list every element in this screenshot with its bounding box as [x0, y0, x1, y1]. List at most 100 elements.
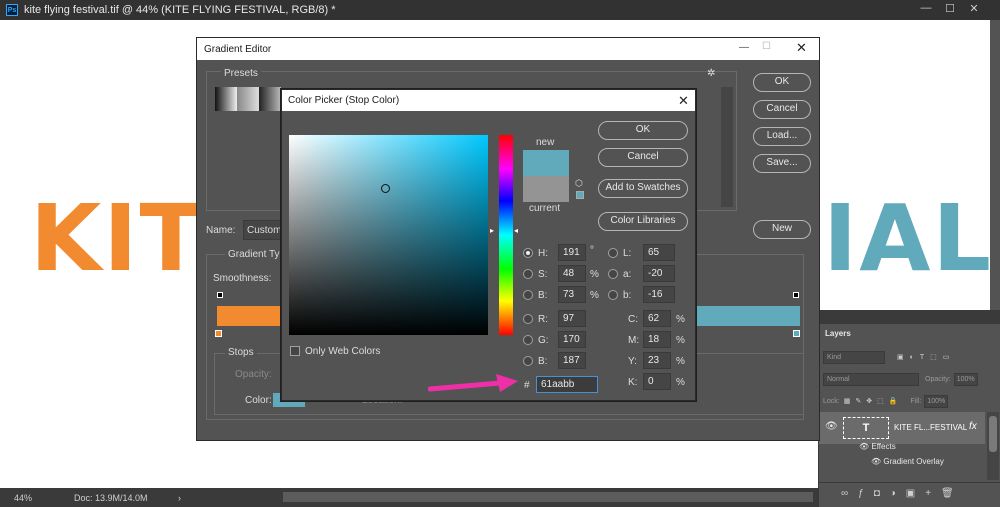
stops-label: Stops	[225, 347, 257, 358]
blue-input[interactable]: 187	[558, 352, 586, 369]
c-input[interactable]: 62	[643, 310, 671, 327]
layer-row-selected[interactable]: 👁 T KITE FL...FESTIVAL fx	[819, 412, 985, 444]
radio-l[interactable]	[608, 248, 618, 258]
color-picker-title: Color Picker (Stop Color)	[288, 95, 400, 106]
web-safe-swatch[interactable]	[576, 191, 584, 199]
color-stop-left[interactable]	[215, 330, 222, 337]
y-unit: %	[676, 356, 685, 367]
filter-row: Kind ▣◐T⬚▭	[823, 350, 955, 364]
picker-cancel-button[interactable]: Cancel	[598, 148, 688, 167]
lock-icons[interactable]: ▦✎✥⬚🔒	[844, 397, 903, 405]
y-input[interactable]: 23	[643, 352, 671, 369]
smoothness-label: Smoothness:	[213, 273, 272, 284]
m-input[interactable]: 18	[643, 331, 671, 348]
a-input[interactable]: -20	[643, 265, 675, 282]
s-label: S:	[538, 269, 548, 280]
preset-swatches[interactable]	[215, 87, 281, 111]
hue-slider[interactable]	[499, 135, 513, 335]
hue-slider-right-arrow-icon[interactable]: ◂	[514, 226, 518, 235]
zoom-level[interactable]: 44%	[14, 493, 64, 503]
radio-lab-b[interactable]	[608, 290, 618, 300]
color-stop-right[interactable]	[793, 330, 800, 337]
cube-icon[interactable]: ⬡	[575, 178, 583, 189]
annotation-arrow-icon	[428, 374, 518, 392]
only-web-colors-checkbox[interactable]	[290, 346, 300, 356]
effects-row[interactable]: 👁 Effects	[859, 442, 896, 451]
name-value: Custom	[247, 225, 282, 236]
hex-input[interactable]: 61aabb	[536, 376, 598, 393]
gradient-bar-left[interactable]	[217, 306, 283, 326]
maximize-icon[interactable]: ☐	[762, 41, 771, 52]
status-chevron-icon[interactable]: ›	[178, 493, 181, 503]
horizontal-scrollbar[interactable]	[283, 492, 813, 502]
visibility-eye-icon[interactable]: 👁	[825, 421, 838, 432]
kind-select[interactable]: Kind	[823, 350, 885, 364]
fill-input[interactable]: 100%	[924, 394, 949, 408]
layers-footer-icons[interactable]: ∞ƒ◘◑▣+🗑	[819, 482, 1000, 507]
add-to-swatches-button[interactable]: Add to Swatches	[598, 179, 688, 198]
minimize-icon[interactable]: —	[914, 2, 938, 14]
picker-ok-button[interactable]: OK	[598, 121, 688, 140]
current-label: current	[529, 203, 561, 214]
y-label: Y:	[628, 356, 637, 367]
h-label: H:	[538, 248, 548, 259]
color-libraries-button[interactable]: Color Libraries	[598, 212, 688, 231]
c-unit: %	[676, 314, 685, 325]
effects-eye-icon[interactable]: 👁	[859, 442, 869, 451]
close-icon[interactable]: ✕	[678, 93, 689, 109]
photoshop-logo-icon: Ps	[6, 4, 18, 16]
b-input[interactable]: 73	[558, 286, 586, 303]
fill-value: 100%	[927, 397, 946, 405]
name-input[interactable]: Custom	[243, 220, 281, 240]
radio-g[interactable]	[523, 335, 533, 345]
layer-thumbnail[interactable]: T	[843, 417, 889, 439]
opacity-stop-right[interactable]	[793, 292, 799, 298]
gear-icon[interactable]: ✲	[707, 68, 715, 79]
new-label: new	[536, 137, 555, 148]
color-field-cursor-icon[interactable]	[381, 184, 390, 193]
gradient-bar-right[interactable]	[697, 306, 800, 326]
gradient-overlay-row[interactable]: 👁 Gradient Overlay	[871, 457, 944, 466]
lab-b-input[interactable]: -16	[643, 286, 675, 303]
close-icon[interactable]: ✕	[796, 40, 807, 56]
maximize-icon[interactable]: ☐	[938, 2, 962, 15]
m-label: M:	[628, 335, 640, 346]
tab-layers[interactable]: Layers	[819, 326, 869, 342]
g-input[interactable]: 170	[558, 331, 586, 348]
gradient-save-button[interactable]: Save...	[753, 154, 811, 173]
radio-s[interactable]	[523, 269, 533, 279]
fx-icon[interactable]: fx	[969, 421, 977, 432]
app-title-bar: Ps kite flying festival.tif @ 44% (KITE …	[0, 0, 1000, 20]
only-web-colors-label: Only Web Colors	[305, 346, 381, 357]
minimize-icon[interactable]: —	[739, 42, 749, 53]
hue-slider-left-arrow-icon[interactable]: ▸	[490, 226, 494, 235]
r-input[interactable]: 97	[558, 310, 586, 327]
radio-a[interactable]	[608, 269, 618, 279]
presets-scrollbar[interactable]	[721, 87, 733, 207]
radio-blue[interactable]	[523, 356, 533, 366]
r-label: R:	[538, 314, 548, 325]
radio-h[interactable]	[523, 248, 533, 258]
radio-b[interactable]	[523, 290, 533, 300]
h-input[interactable]: 191	[558, 244, 586, 261]
gradient-ok-button[interactable]: OK	[753, 73, 811, 92]
stop-color-label: Color:	[245, 395, 272, 406]
color-field[interactable]	[289, 135, 488, 335]
k-input[interactable]: 0	[643, 373, 671, 390]
current-color-swatch[interactable]	[523, 176, 569, 202]
s-input[interactable]: 48	[558, 265, 586, 282]
opacity-stop-left[interactable]	[217, 292, 223, 298]
close-icon[interactable]: ✕	[962, 2, 986, 15]
layers-scrollbar[interactable]	[987, 412, 999, 480]
opacity-input[interactable]: 100%	[953, 372, 978, 386]
blend-mode-select[interactable]: Normal	[823, 372, 919, 386]
layer-name[interactable]: KITE FL...FESTIVAL	[894, 423, 967, 432]
l-input[interactable]: 65	[643, 244, 675, 261]
gradient-cancel-button[interactable]: Cancel	[753, 100, 811, 119]
radio-r[interactable]	[523, 314, 533, 324]
opacity-label: Opacity:	[925, 375, 951, 383]
gradient-overlay-eye-icon[interactable]: 👁	[871, 457, 881, 466]
gradient-new-button[interactable]: New	[753, 220, 811, 239]
filter-icons[interactable]: ▣◐T⬚▭	[897, 353, 955, 361]
gradient-load-button[interactable]: Load...	[753, 127, 811, 146]
